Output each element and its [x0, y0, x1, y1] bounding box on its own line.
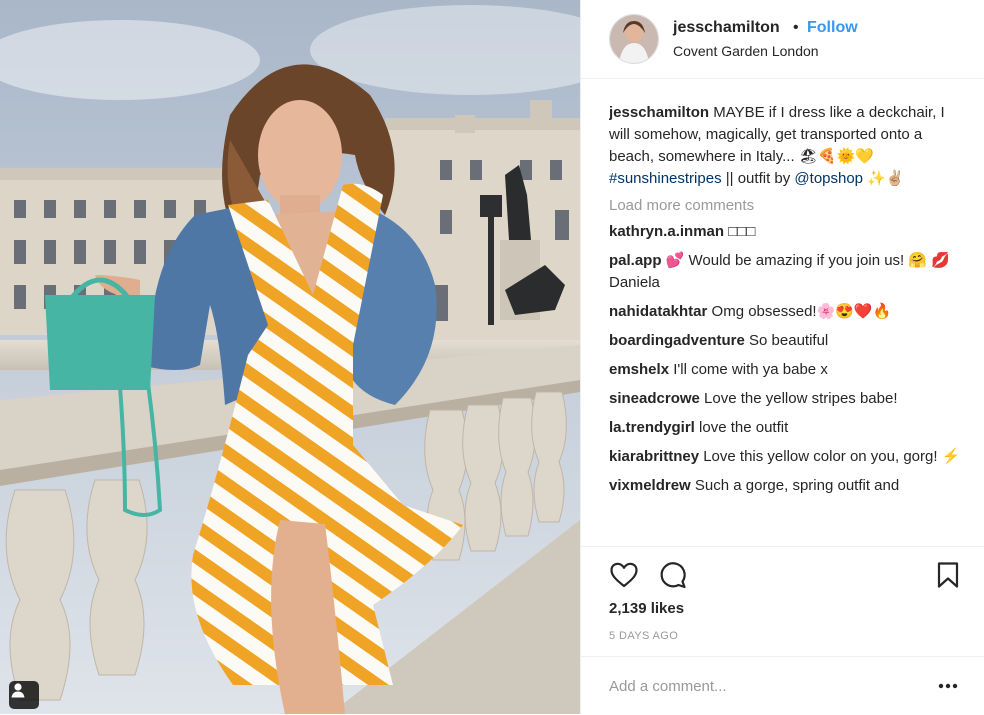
- comment-username[interactable]: emshelx: [609, 361, 669, 378]
- comment-item: boardingadventure So beautiful: [609, 330, 961, 352]
- comment-text: So beautiful: [749, 332, 829, 349]
- comment-text: Such a gorge, spring outfit and: [694, 477, 900, 494]
- comment-username[interactable]: nahidatakhtar: [609, 303, 707, 320]
- post-timestamp[interactable]: 5 DAYS AGO: [609, 630, 678, 642]
- load-more-comments-button[interactable]: Load more comments: [609, 195, 961, 217]
- post-caption: jesschamilton MAYBE if I dress like a de…: [609, 102, 961, 190]
- instagram-post: jesschamilton • Follow Covent Garden Lon…: [0, 0, 984, 714]
- caption-text-end: ✨✌🏼: [867, 170, 905, 187]
- caption-text-mid: || outfit by: [725, 170, 791, 187]
- avatar[interactable]: [609, 14, 659, 64]
- comment-item: la.trendygirl love the outfit: [609, 417, 961, 439]
- comment-username[interactable]: boardingadventure: [609, 332, 745, 349]
- header-separator: •: [793, 19, 799, 36]
- comment-item: kiarabrittney Love this yellow color on …: [609, 446, 961, 468]
- comment-text: □□□: [728, 223, 756, 240]
- post-actions-bar: [581, 546, 984, 605]
- comment-item: pal.app 💕 Would be amazing if you join u…: [609, 250, 961, 294]
- comment-username[interactable]: vixmeldrew: [609, 477, 691, 494]
- heart-icon[interactable]: [609, 560, 639, 590]
- user-tag-icon[interactable]: [9, 681, 39, 709]
- comment-text: I'll come with ya babe x: [673, 361, 828, 378]
- mention-link[interactable]: @topshop: [794, 170, 863, 187]
- comments-list[interactable]: jesschamilton MAYBE if I dress like a de…: [609, 102, 961, 546]
- bookmark-icon[interactable]: [933, 560, 963, 590]
- comment-item: vixmeldrew Such a gorge, spring outfit a…: [609, 475, 961, 497]
- post-photo[interactable]: [0, 0, 580, 714]
- more-dots-icon[interactable]: [937, 681, 959, 691]
- header-username[interactable]: jesschamilton: [673, 19, 780, 37]
- post-header: jesschamilton • Follow Covent Garden Lon…: [581, 0, 984, 79]
- hashtag-link[interactable]: #sunshinestripes: [609, 170, 722, 187]
- comment-text: Omg obsessed!🌸😍❤️🔥: [711, 303, 892, 320]
- comment-text: love the outfit: [699, 419, 789, 436]
- comment-item: nahidatakhtar Omg obsessed!🌸😍❤️🔥: [609, 301, 961, 323]
- add-comment-section: [581, 656, 984, 715]
- add-comment-input[interactable]: [609, 673, 909, 699]
- location-link[interactable]: Covent Garden London: [673, 43, 819, 59]
- comment-text: Love the yellow stripes babe!: [704, 390, 898, 407]
- comment-username[interactable]: kathryn.a.inman: [609, 223, 724, 240]
- comment-item: sineadcrowe Love the yellow stripes babe…: [609, 388, 961, 410]
- post-side-panel: jesschamilton • Follow Covent Garden Lon…: [580, 0, 984, 714]
- follow-button[interactable]: Follow: [807, 19, 858, 37]
- caption-username[interactable]: jesschamilton: [609, 104, 709, 121]
- comment-username[interactable]: kiarabrittney: [609, 448, 699, 465]
- comment-username[interactable]: pal.app: [609, 252, 662, 269]
- comment-username[interactable]: la.trendygirl: [609, 419, 695, 436]
- comment-username[interactable]: sineadcrowe: [609, 390, 700, 407]
- comment-text: Love this yellow color on you, gorg! ⚡: [703, 448, 961, 465]
- comment-item: emshelx I'll come with ya babe x: [609, 359, 961, 381]
- likes-count[interactable]: 2,139 likes: [609, 600, 684, 617]
- photo-illustration: [0, 0, 580, 714]
- comment-bubble-icon[interactable]: [658, 560, 688, 590]
- comment-item: kathryn.a.inman □□□: [609, 221, 961, 243]
